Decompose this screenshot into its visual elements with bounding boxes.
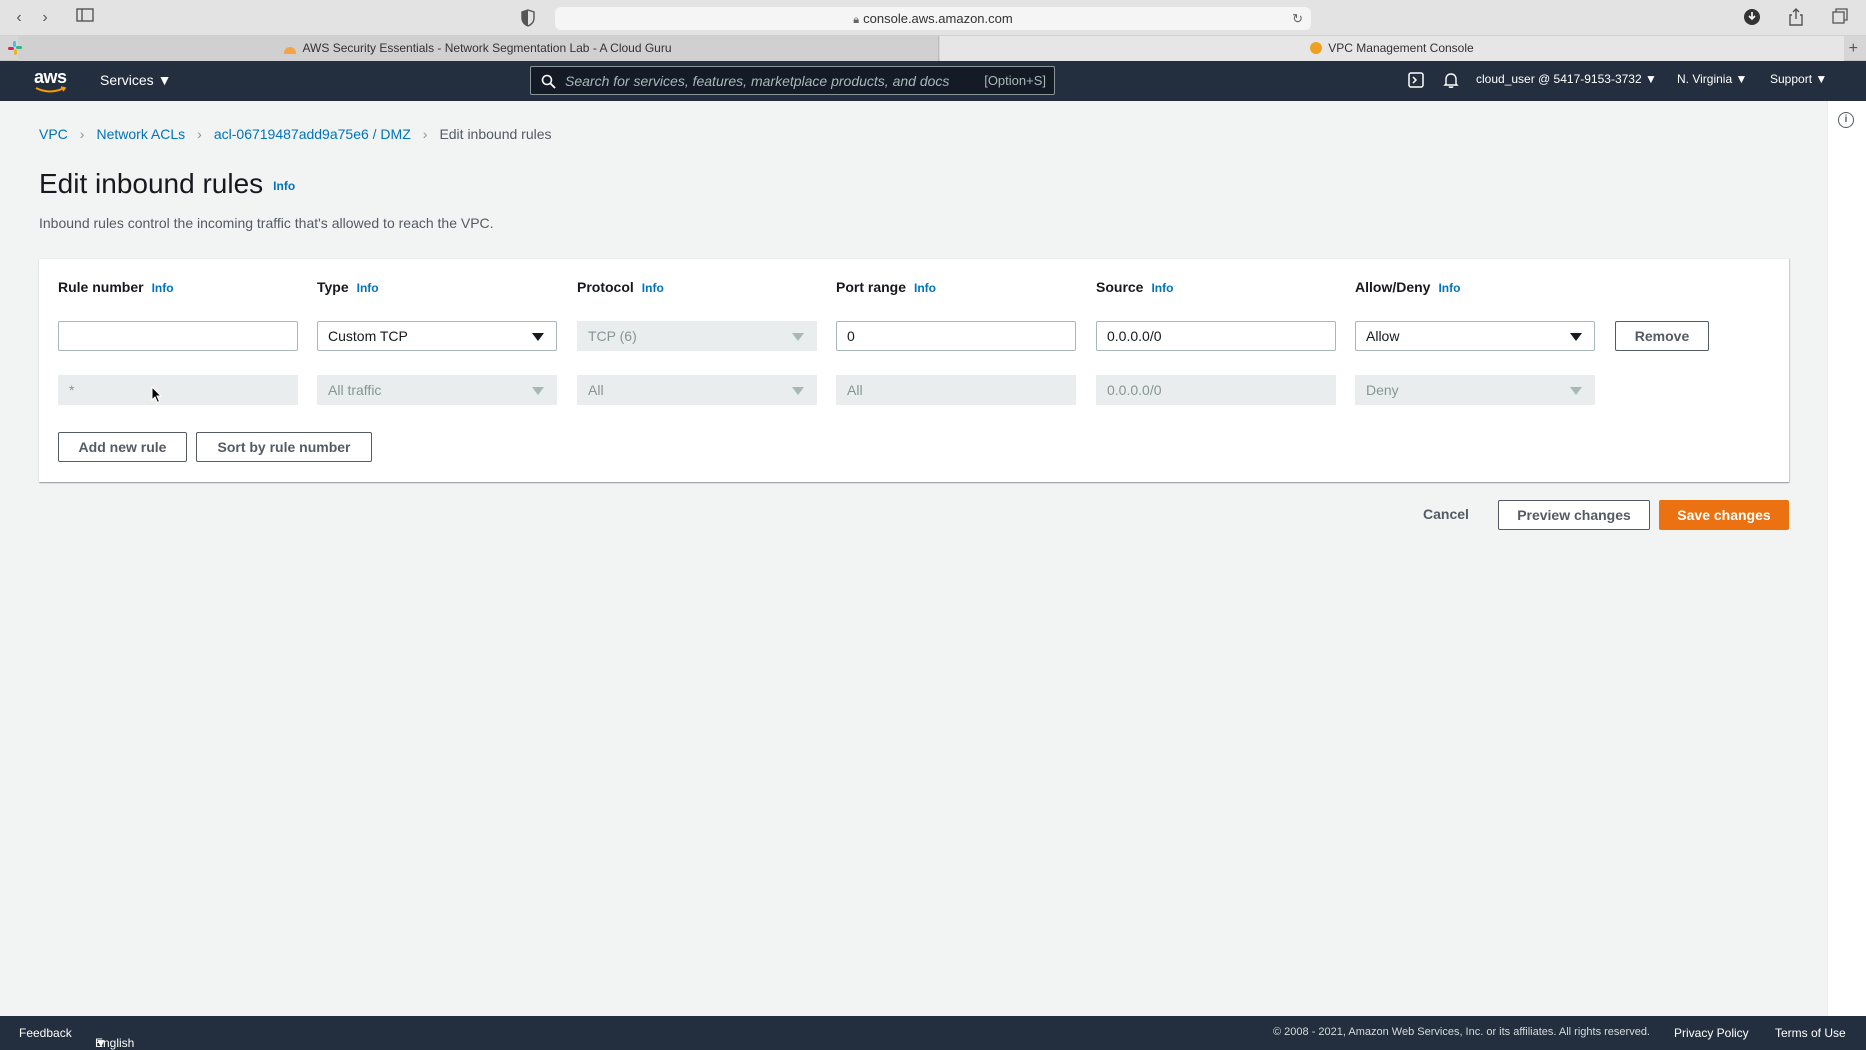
bell-icon[interactable] bbox=[1442, 71, 1460, 89]
privacy-policy-link[interactable]: Privacy Policy bbox=[1674, 1026, 1749, 1040]
mouse-cursor-icon bbox=[151, 386, 163, 404]
chevron-right-icon: › bbox=[422, 126, 428, 142]
breadcrumb: VPC › Network ACLs › acl-06719487add9a75… bbox=[39, 126, 552, 142]
download-icon[interactable] bbox=[1741, 8, 1763, 28]
tab-acloudguru[interactable]: AWS Security Essentials - Network Segmen… bbox=[18, 36, 939, 61]
info-link[interactable]: Info bbox=[1438, 281, 1460, 295]
info-link[interactable]: Info bbox=[152, 281, 174, 295]
protocol-default: All bbox=[577, 375, 817, 405]
slack-icon[interactable] bbox=[8, 41, 22, 55]
info-link[interactable]: Info bbox=[357, 281, 379, 295]
lock-icon: 🔒︎ bbox=[853, 14, 860, 26]
share-icon[interactable] bbox=[1785, 8, 1807, 28]
chevron-right-icon: › bbox=[197, 126, 202, 142]
url-text: console.aws.amazon.com bbox=[863, 11, 1013, 26]
info-link[interactable]: Info bbox=[914, 281, 936, 295]
search-input[interactable] bbox=[565, 67, 965, 94]
sidebar-toggle-icon[interactable] bbox=[74, 8, 96, 28]
source-input[interactable]: 0.0.0.0/0 bbox=[1096, 321, 1336, 351]
terms-of-use-link[interactable]: Terms of Use bbox=[1775, 1026, 1846, 1040]
copyright: © 2008 - 2021, Amazon Web Services, Inc.… bbox=[1273, 1026, 1650, 1038]
caret-down-icon: ▼ bbox=[1644, 72, 1657, 86]
title-info-link[interactable]: Info bbox=[273, 179, 295, 193]
sort-by-rule-number-button[interactable]: Sort by rule number bbox=[196, 432, 372, 462]
tab-label: AWS Security Essentials - Network Segmen… bbox=[302, 41, 672, 55]
back-icon[interactable]: ‹ bbox=[8, 8, 30, 28]
info-link[interactable]: Info bbox=[1151, 281, 1173, 295]
services-menu[interactable]: Services ▼ bbox=[100, 72, 171, 88]
add-new-rule-button[interactable]: Add new rule bbox=[58, 432, 187, 462]
cloudshell-icon[interactable] bbox=[1407, 71, 1425, 89]
info-link[interactable]: Info bbox=[642, 281, 664, 295]
cancel-button[interactable]: Cancel bbox=[1413, 500, 1479, 530]
port-range-input[interactable]: 0 bbox=[836, 321, 1076, 351]
caret-down-icon: ▼ bbox=[1735, 72, 1748, 86]
tab-label: VPC Management Console bbox=[1328, 41, 1474, 55]
remove-button[interactable]: Remove bbox=[1615, 321, 1709, 351]
header-protocol: Protocol Info bbox=[577, 279, 664, 295]
type-select[interactable]: Custom TCP bbox=[317, 321, 557, 351]
header-rule-number: Rule number Info bbox=[58, 279, 174, 295]
page-description: Inbound rules control the incoming traff… bbox=[39, 215, 494, 231]
caret-down-icon: ▼ bbox=[95, 1036, 107, 1050]
feedback-link[interactable]: Feedback bbox=[19, 1026, 72, 1040]
breadcrumb-acl[interactable]: acl-06719487add9a75e6 / DMZ bbox=[214, 126, 411, 142]
header-port-range: Port range Info bbox=[836, 279, 937, 295]
page-title: Edit inbound rules Info bbox=[39, 168, 296, 199]
header-allow-deny: Allow/Deny Info bbox=[1355, 279, 1461, 295]
caret-down-icon: ▼ bbox=[1815, 72, 1828, 86]
preview-changes-button[interactable]: Preview changes bbox=[1498, 500, 1650, 530]
save-changes-button[interactable]: Save changes bbox=[1659, 500, 1789, 530]
search-box[interactable]: [Option+S] bbox=[530, 66, 1055, 95]
caret-down-icon: ▼ bbox=[157, 72, 172, 88]
tabs-overview-icon[interactable] bbox=[1829, 8, 1851, 28]
aws-top-nav: aws Services ▼ [Option+S] cloud_user @ 5… bbox=[0, 61, 1866, 101]
breadcrumb-vpc[interactable]: VPC bbox=[39, 126, 68, 142]
tab-vpc-console[interactable]: VPC Management Console bbox=[940, 36, 1844, 61]
type-default: All traffic bbox=[317, 375, 557, 405]
allow-deny-select[interactable]: Allow bbox=[1355, 321, 1595, 351]
tab-strip: AWS Security Essentials - Network Segmen… bbox=[0, 36, 1866, 61]
breadcrumb-network-acls[interactable]: Network ACLs bbox=[96, 126, 185, 142]
forward-icon[interactable]: › bbox=[34, 8, 56, 28]
protocol-select: TCP (6) bbox=[577, 321, 817, 351]
aws-favicon-icon bbox=[1310, 42, 1323, 54]
search-shortcut: [Option+S] bbox=[984, 73, 1046, 88]
account-menu[interactable]: cloud_user @ 5417-9153-3732 ▼ bbox=[1476, 72, 1657, 86]
header-source: Source Info bbox=[1096, 279, 1174, 295]
allow-deny-default: Deny bbox=[1355, 375, 1595, 405]
new-tab-icon[interactable]: + bbox=[1849, 36, 1858, 61]
help-panel-rail bbox=[1827, 101, 1866, 1016]
footer: Feedback English (US) ▼ © 2008 - 2021, A… bbox=[0, 1016, 1866, 1050]
breadcrumb-current: Edit inbound rules bbox=[439, 126, 552, 142]
search-icon bbox=[541, 74, 556, 89]
rules-container: Rule number Info Type Info Protocol Info Po… bbox=[39, 258, 1789, 482]
aws-logo[interactable]: aws bbox=[34, 67, 70, 95]
support-menu[interactable]: Support ▼ bbox=[1770, 72, 1827, 86]
info-icon[interactable]: i bbox=[1838, 112, 1854, 128]
shield-icon[interactable] bbox=[518, 8, 538, 28]
address-bar[interactable]: 🔒︎ console.aws.amazon.com ↻ bbox=[555, 7, 1311, 30]
rule-number-input[interactable] bbox=[58, 321, 298, 351]
header-type: Type Info bbox=[317, 279, 379, 295]
chevron-right-icon: › bbox=[79, 126, 85, 142]
browser-toolbar: ‹ › 🔒︎ console.aws.amazon.com ↻ bbox=[0, 0, 1866, 36]
reload-icon[interactable]: ↻ bbox=[1292, 7, 1303, 30]
port-range-default: All bbox=[836, 375, 1076, 405]
rule-number-default: * bbox=[58, 375, 298, 405]
region-menu[interactable]: N. Virginia ▼ bbox=[1677, 72, 1747, 86]
source-default: 0.0.0.0/0 bbox=[1096, 375, 1336, 405]
cloud-icon bbox=[284, 47, 297, 54]
